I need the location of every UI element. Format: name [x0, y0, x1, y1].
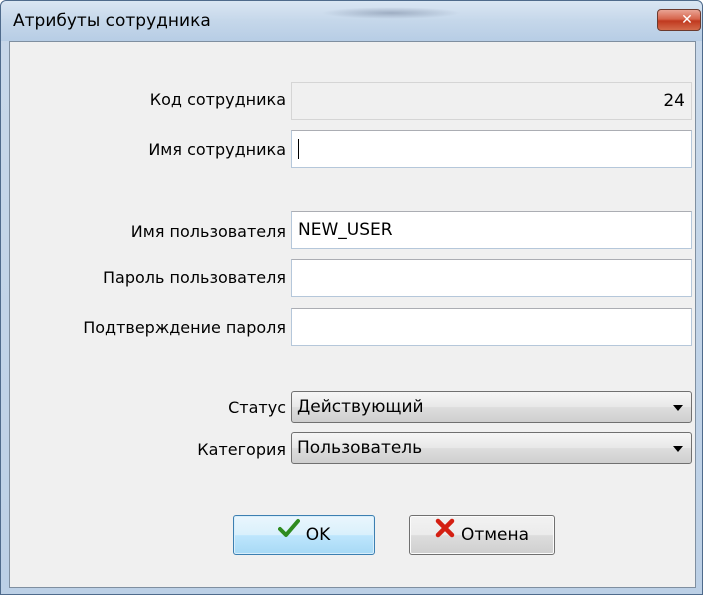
employee-code-field: 24	[291, 82, 692, 120]
employee-name-input[interactable]	[291, 130, 692, 168]
cancel-label: Отмена	[460, 525, 530, 545]
category-label: Категория	[197, 440, 286, 459]
employee-name-label: Имя сотрудника	[148, 140, 286, 159]
title-bar-glow	[321, 7, 461, 19]
dropdown-arrow-icon	[673, 405, 683, 411]
text-caret	[298, 139, 299, 159]
close-icon: ✕	[681, 12, 693, 28]
username-label: Имя пользователя	[130, 222, 286, 241]
dropdown-arrow-icon	[673, 446, 683, 452]
status-dropdown[interactable]: Действующий	[291, 391, 692, 423]
category-selected-value: Пользователь	[297, 438, 423, 458]
password-confirm-input[interactable]	[291, 308, 692, 346]
ok-label: OK	[305, 525, 331, 545]
category-dropdown[interactable]: Пользователь	[291, 432, 692, 464]
employee-code-label: Код сотрудника	[149, 90, 286, 109]
cross-icon	[435, 514, 455, 552]
dialog-body: Код сотрудника 24 Имя сотрудника Имя пол…	[9, 41, 696, 588]
password-input[interactable]	[291, 259, 692, 297]
ok-button[interactable]: OK	[233, 515, 375, 555]
close-button[interactable]: ✕	[657, 9, 701, 31]
password-confirm-label: Подтверждение пароля	[83, 318, 286, 337]
cancel-button[interactable]: Отмена	[409, 515, 555, 555]
title-bar[interactable]: Атрибуты сотрудника ✕	[1, 1, 702, 41]
password-label: Пароль пользователя	[103, 268, 286, 287]
window-title: Атрибуты сотрудника	[13, 11, 211, 31]
username-input[interactable]: NEW_USER	[291, 211, 692, 249]
checkmark-icon	[277, 514, 300, 552]
status-selected-value: Действующий	[297, 397, 424, 417]
status-label: Статус	[228, 398, 286, 417]
dialog-window: Атрибуты сотрудника ✕ Код сотрудника 24 …	[0, 0, 703, 595]
